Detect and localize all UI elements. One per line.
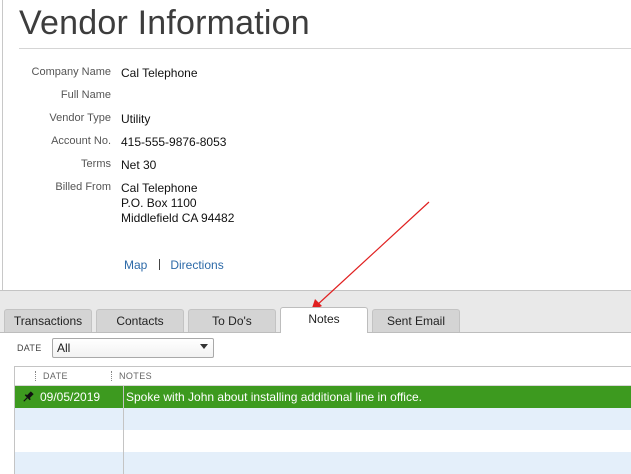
tab-transactions-label: Transactions bbox=[13, 314, 83, 328]
vendor-type-value: Utility bbox=[121, 112, 151, 126]
terms-value: Net 30 bbox=[121, 158, 157, 172]
tab-transactions[interactable]: Transactions bbox=[4, 309, 92, 332]
tab-notes-label: Notes bbox=[308, 312, 340, 326]
tab-notes[interactable]: Notes bbox=[280, 307, 368, 333]
tab-contacts-label: Contacts bbox=[116, 314, 164, 328]
note-text: Spoke with John about installing additio… bbox=[126, 390, 422, 404]
account-no-value: 415-555-9876-8053 bbox=[121, 135, 227, 149]
left-border bbox=[2, 0, 3, 290]
link-separator bbox=[159, 259, 161, 270]
vendor-type-label: Vendor Type bbox=[49, 112, 111, 124]
directions-link[interactable]: Directions bbox=[170, 258, 223, 272]
table-row[interactable] bbox=[15, 430, 631, 452]
date-filter-dropdown[interactable]: All bbox=[52, 338, 214, 358]
date-column-grip[interactable] bbox=[35, 371, 36, 381]
tab-to-dos-label: To Do's bbox=[212, 314, 252, 328]
billed-from-line-3: Middlefield CA 94482 bbox=[121, 211, 235, 225]
chevron-down-icon bbox=[200, 344, 208, 349]
column-divider bbox=[123, 386, 124, 474]
date-filter-value: All bbox=[57, 341, 71, 355]
billed-from-label: Billed From bbox=[55, 181, 111, 193]
terms-label: Terms bbox=[81, 158, 111, 170]
account-no-label: Account No. bbox=[51, 135, 111, 147]
notes-column-header[interactable]: NOTES bbox=[119, 371, 152, 381]
notes-tab-body: DATE All DATE NOTES 09/05/2019 Spoke wit… bbox=[0, 333, 631, 474]
address-links: Map Directions bbox=[124, 258, 224, 272]
company-name-value: Cal Telephone bbox=[121, 66, 198, 80]
map-link[interactable]: Map bbox=[124, 258, 147, 272]
table-row[interactable] bbox=[15, 452, 631, 474]
full-name-label: Full Name bbox=[60, 89, 111, 101]
tab-to-dos[interactable]: To Do's bbox=[188, 309, 276, 332]
title-divider bbox=[19, 48, 631, 49]
table-row[interactable] bbox=[15, 408, 631, 430]
tab-contacts[interactable]: Contacts bbox=[96, 309, 184, 332]
tab-panel: Transactions Contacts To Do's Notes Sent… bbox=[0, 290, 631, 474]
page-title: Vendor Information bbox=[19, 4, 310, 42]
date-column-header[interactable]: DATE bbox=[43, 371, 68, 381]
tab-sent-email-label: Sent Email bbox=[386, 314, 446, 328]
company-name-label: Company Name bbox=[31, 66, 111, 78]
note-date: 09/05/2019 bbox=[40, 390, 101, 404]
notes-grid-header: DATE NOTES bbox=[15, 367, 631, 386]
pushpin-icon bbox=[23, 391, 34, 402]
table-row[interactable]: 09/05/2019 Spoke with John about install… bbox=[15, 386, 631, 408]
tab-sent-email[interactable]: Sent Email bbox=[372, 309, 460, 332]
billed-from-line-2: P.O. Box 1100 bbox=[121, 196, 197, 210]
billed-from-line-1: Cal Telephone bbox=[121, 181, 198, 195]
notes-grid: DATE NOTES 09/05/2019 Spoke with John ab… bbox=[14, 366, 631, 474]
notes-column-grip[interactable] bbox=[111, 371, 112, 381]
date-filter-label: DATE bbox=[17, 343, 42, 353]
